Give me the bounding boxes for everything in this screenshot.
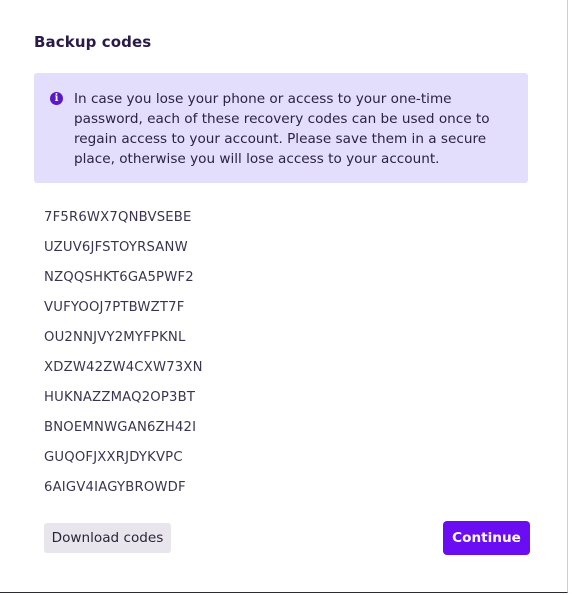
backup-code: 6AIGV4IAGYBROWDF (44, 480, 186, 495)
backup-code: GUQOFJXXRJDYKVPC (44, 450, 183, 465)
backup-code: HUKNAZZMAQ2OP3BT (44, 390, 196, 405)
continue-button[interactable]: Continue (443, 521, 530, 555)
backup-code: BNOEMNWGAN6ZH42I (44, 420, 197, 435)
backup-code: NZQQSHKT6GA5PWF2 (44, 270, 194, 285)
backup-code: UZUV6JFSTOYRSANW (44, 240, 188, 255)
dialog-title: Backup codes (34, 33, 152, 51)
info-message: In case you lose your phone or access to… (74, 91, 490, 167)
backup-codes-dialog: Backup codes i In case you lose your pho… (0, 0, 568, 593)
backup-code: VUFYOOJ7PTBWZT7F (44, 300, 185, 315)
backup-code: 7F5R6WX7QNBVSEBE (44, 210, 192, 225)
info-callout: i In case you lose your phone or access … (34, 73, 528, 183)
backup-code-list: 7F5R6WX7QNBVSEBE UZUV6JFSTOYRSANW NZQQSH… (44, 208, 203, 508)
backup-code: OU2NNJVY2MYFPKNL (44, 330, 186, 345)
backup-code: XDZW42ZW4CXW73XN (44, 360, 203, 375)
download-codes-button[interactable]: Download codes (44, 523, 171, 553)
info-icon: i (50, 92, 63, 105)
